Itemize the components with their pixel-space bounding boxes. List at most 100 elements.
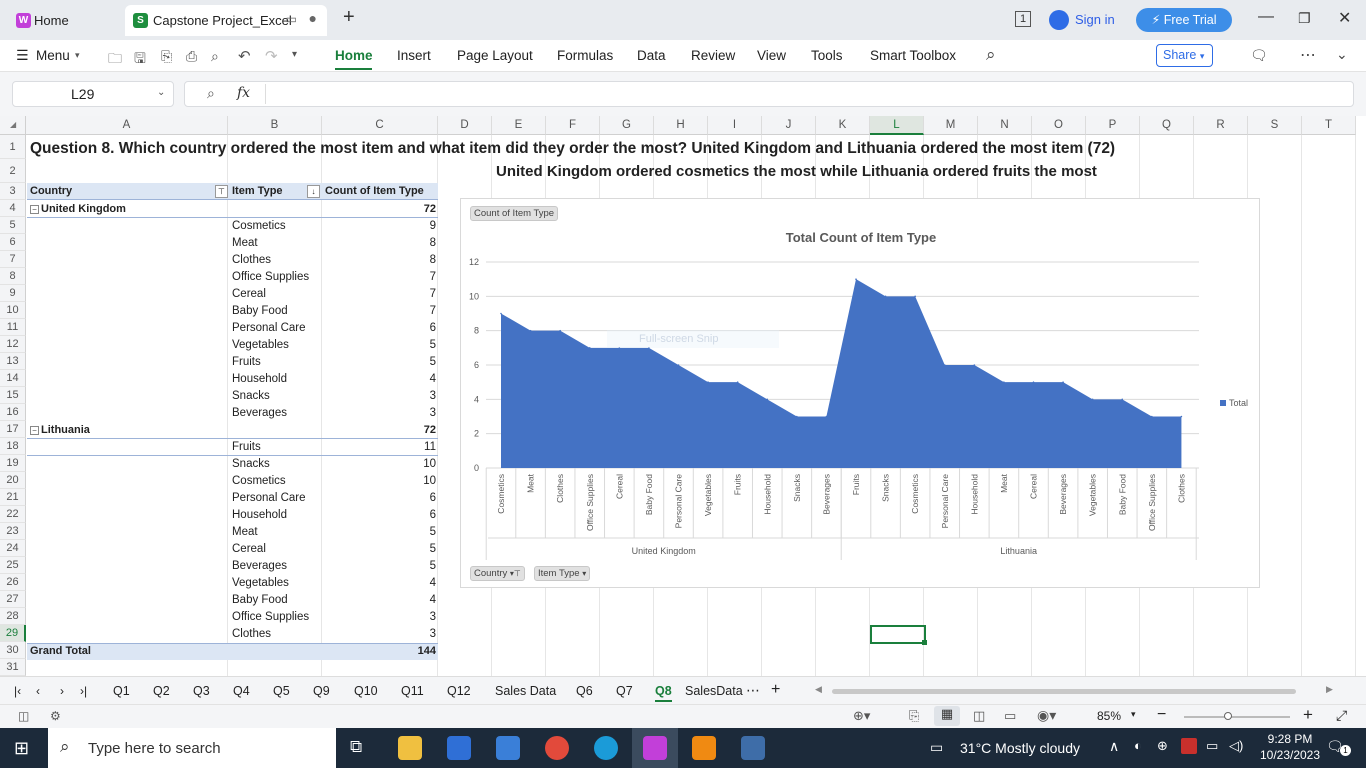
row-header[interactable]: 27 <box>0 591 26 608</box>
pivot-item-count[interactable]: 5 <box>330 337 436 354</box>
quick-access-dropdown-icon[interactable]: ▾ <box>292 49 297 60</box>
next-sheet-icon[interactable]: › <box>60 684 64 698</box>
clock-date[interactable]: 10/23/2023 <box>1256 748 1324 762</box>
monitor-icon[interactable]: ▭ <box>286 12 297 26</box>
eye-protection-icon[interactable]: ◉▾ <box>1037 707 1056 724</box>
zoom-level[interactable]: 85% <box>1097 709 1121 723</box>
pivot-item-type[interactable]: Personal Care <box>232 490 306 507</box>
column-header[interactable]: O <box>1032 116 1086 135</box>
row-header[interactable]: 22 <box>0 506 26 523</box>
column-header[interactable]: C <box>322 116 438 135</box>
zoom-out-button[interactable]: − <box>1157 706 1166 724</box>
pivot-item-type[interactable]: Meat <box>232 524 258 541</box>
chevron-down-icon[interactable]: ⌄ <box>157 87 165 98</box>
column-header[interactable]: R <box>1194 116 1248 135</box>
formula-input[interactable]: ⌕ fx <box>184 81 1354 107</box>
collapse-uk-icon[interactable]: − <box>30 205 39 214</box>
network-icon[interactable]: ⊕ <box>1157 738 1168 754</box>
tray-chevron-icon[interactable]: ∧ <box>1109 738 1119 755</box>
row-header[interactable]: 3 <box>0 183 26 200</box>
fill-handle[interactable] <box>922 640 927 645</box>
pivot-item-count[interactable]: 3 <box>330 388 436 405</box>
weather-icon[interactable]: ▭ <box>930 739 943 756</box>
grand-total-value[interactable]: 144 <box>330 643 436 660</box>
macro-icon[interactable]: ⚙ <box>50 709 61 723</box>
volume-icon[interactable]: ◁) <box>1229 738 1243 754</box>
row-header[interactable]: 13 <box>0 353 26 370</box>
row-header[interactable]: 30 <box>0 642 26 659</box>
column-header[interactable]: N <box>978 116 1032 135</box>
pivot-item-type[interactable]: Personal Care <box>232 320 306 337</box>
sheet-tab[interactable]: Q1 <box>113 684 130 698</box>
question-text[interactable]: Question 8. Which country ordered the mo… <box>30 137 1115 161</box>
zoom-in-button[interactable]: + <box>1303 705 1313 725</box>
sheet-tab[interactable]: Q7 <box>616 684 633 698</box>
unsaved-dot-icon[interactable]: ● <box>309 10 317 26</box>
row-header[interactable]: 6 <box>0 234 26 251</box>
row-header[interactable]: 26 <box>0 574 26 591</box>
column-header[interactable]: T <box>1302 116 1356 135</box>
row-header[interactable]: 10 <box>0 302 26 319</box>
row-header[interactable]: 8 <box>0 268 26 285</box>
pivot-item-type[interactable]: Baby Food <box>232 303 288 320</box>
column-header[interactable]: H <box>654 116 708 135</box>
pivot-item-count[interactable]: 6 <box>330 490 436 507</box>
comment-icon[interactable]: 🗨 <box>1250 47 1268 64</box>
pivot-item-count[interactable]: 4 <box>330 575 436 592</box>
row-header[interactable]: 16 <box>0 404 26 421</box>
pivot-item-count[interactable]: 5 <box>330 541 436 558</box>
clock-time[interactable]: 9:28 PM <box>1260 732 1320 746</box>
lt-country-label[interactable]: Lithuania <box>41 422 90 439</box>
add-sheet-button[interactable]: + <box>771 681 780 699</box>
sheet-tab[interactable]: Sales Data <box>495 684 556 698</box>
column-header[interactable]: K <box>816 116 870 135</box>
column-header[interactable]: I <box>708 116 762 135</box>
pivot-item-type[interactable]: Snacks <box>232 456 270 473</box>
tab-spreadsheet[interactable]: S Capstone Project_Excel ▭ ● <box>125 5 327 36</box>
pivot-item-type[interactable]: Vegetables <box>232 575 289 592</box>
sheet-tab[interactable]: Q3 <box>193 684 210 698</box>
menu-page-layout[interactable]: Page Layout <box>457 48 533 63</box>
pivot-item-type[interactable]: Fruits <box>232 354 261 371</box>
pivot-item-type[interactable]: Baby Food <box>232 592 288 609</box>
redo-icon[interactable]: ↷ <box>265 47 278 65</box>
export-icon[interactable]: ⎘ <box>161 48 172 65</box>
print-icon[interactable]: ⎙ <box>186 48 197 65</box>
column-header[interactable]: Q <box>1140 116 1194 135</box>
pivot-item-count[interactable]: 3 <box>330 626 436 643</box>
chrome-icon[interactable] <box>545 736 569 760</box>
row-header[interactable]: 23 <box>0 523 26 540</box>
country-field-button[interactable]: Country ▾⊤ <box>470 566 525 581</box>
edge-icon[interactable] <box>594 736 618 760</box>
pivot-item-count[interactable]: 4 <box>330 592 436 609</box>
column-header[interactable]: B <box>228 116 322 135</box>
row-header[interactable]: 9 <box>0 285 26 302</box>
grand-total-label[interactable]: Grand Total <box>30 643 91 660</box>
sign-in-link[interactable]: Sign in <box>1075 12 1115 27</box>
pivot-item-type[interactable]: Snacks <box>232 388 270 405</box>
vlc-icon[interactable] <box>692 736 716 760</box>
weather-text[interactable]: 31°C Mostly cloudy <box>960 740 1080 756</box>
lt-total[interactable]: 72 <box>330 422 436 439</box>
column-header[interactable]: P <box>1086 116 1140 135</box>
row-header[interactable]: 1 <box>0 135 26 159</box>
protection-icon[interactable]: ⊕▾ <box>853 708 870 724</box>
scroll-left-icon[interactable]: ◀ <box>815 684 822 695</box>
column-header[interactable]: G <box>600 116 654 135</box>
pivot-item-type[interactable]: Cosmetics <box>232 218 286 235</box>
item-type-sort-icon[interactable]: ↓ <box>307 185 320 198</box>
free-trial-button[interactable]: ⚡ Free Trial <box>1136 8 1232 32</box>
row-header[interactable]: 7 <box>0 251 26 268</box>
pivot-item-count[interactable]: 3 <box>330 609 436 626</box>
undo-icon[interactable]: ↶ <box>238 47 251 65</box>
horizontal-scrollbar[interactable] <box>832 689 1296 694</box>
collapse-ribbon-icon[interactable]: ⌄ <box>1336 46 1348 63</box>
sheet-view-icon[interactable]: ◫ <box>18 709 29 723</box>
pivot-item-count[interactable]: 8 <box>330 235 436 252</box>
close-button[interactable]: ✕ <box>1338 8 1351 28</box>
postgres-icon[interactable] <box>741 736 765 760</box>
pivot-item-type[interactable]: Clothes <box>232 252 271 269</box>
hamburger-icon[interactable]: ☰ <box>16 47 29 64</box>
sheet-tab[interactable]: Q8 <box>655 684 672 702</box>
sheet-tab[interactable]: Q12 <box>447 684 471 698</box>
